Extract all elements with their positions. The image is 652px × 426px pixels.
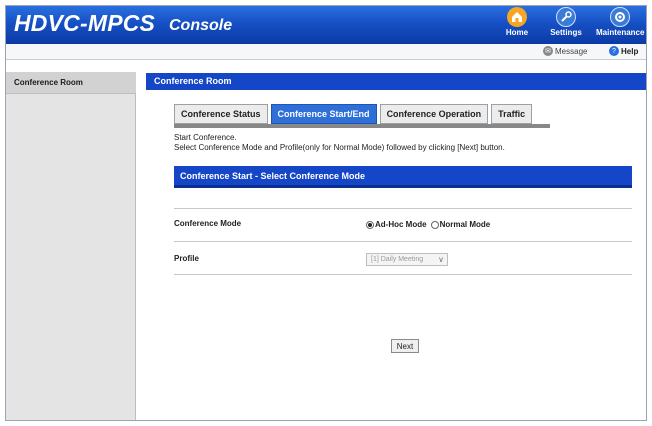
message-label: Message: [555, 46, 588, 56]
ad-hoc-mode-label: Ad-Hoc Mode: [375, 220, 427, 229]
divider: [174, 208, 632, 209]
description-line-1: Start Conference.: [174, 133, 237, 142]
tab-traffic[interactable]: Traffic: [491, 104, 533, 124]
normal-mode-label: Normal Mode: [439, 220, 491, 229]
brand-logo: HDVC-MPCS: [14, 10, 156, 36]
message-icon: ✉: [543, 46, 553, 56]
tab-conference-status[interactable]: Conference Status: [174, 104, 268, 124]
description-line-2: Select Conference Mode and Profile(only …: [174, 143, 505, 152]
help-icon: ?: [609, 46, 619, 56]
nav-home[interactable]: Home: [493, 7, 541, 37]
tab-conference-operation[interactable]: Conference Operation: [379, 104, 489, 124]
app-window: HDVC-MPCS Console Home Settings Maintena…: [5, 5, 647, 421]
top-header: HDVC-MPCS Console Home Settings Maintena…: [6, 6, 646, 44]
section-title: Conference Start - Select Conference Mod…: [174, 166, 632, 188]
nav-maintenance-label: Maintenance: [596, 28, 645, 37]
wrench-icon: [556, 7, 576, 27]
nav-maintenance[interactable]: Maintenance: [596, 7, 644, 37]
chevron-down-icon: ∨: [438, 255, 444, 264]
normal-mode-radio[interactable]: [430, 220, 439, 229]
next-button[interactable]: Next: [391, 339, 419, 353]
sidebar-item-conference-room[interactable]: Conference Room: [6, 72, 136, 94]
conference-mode-label: Conference Mode: [174, 219, 242, 228]
help-link[interactable]: ? Help: [609, 46, 638, 56]
divider: [174, 274, 632, 275]
description: Start Conference. Select Conference Mode…: [174, 133, 644, 153]
nav-settings-label: Settings: [550, 28, 582, 37]
tab-bar: Conference Status Conference Start/End C…: [174, 104, 533, 124]
home-icon: [507, 7, 527, 27]
profile-label: Profile: [174, 254, 199, 263]
divider: [174, 241, 632, 242]
ad-hoc-mode-radio[interactable]: [366, 220, 374, 229]
help-label: Help: [621, 46, 639, 56]
conference-mode-radio-group: Ad-Hoc Mode Normal Mode: [366, 220, 490, 229]
profile-select[interactable]: [1] Daily Meeting ∨: [366, 253, 448, 266]
sidebar: Conference Room: [6, 72, 136, 420]
maintenance-icon: [610, 7, 630, 27]
console-label: Console: [169, 17, 233, 34]
nav-home-label: Home: [505, 28, 529, 37]
tab-conference-start-end[interactable]: Conference Start/End: [270, 104, 377, 124]
nav-settings[interactable]: Settings: [542, 7, 590, 37]
profile-select-value: [1] Daily Meeting: [371, 256, 424, 263]
sub-header: ✉ Message ? Help: [6, 44, 646, 60]
message-link[interactable]: ✉ Message: [543, 46, 587, 56]
page-title: Conference Room: [146, 73, 646, 90]
tab-underline: [174, 124, 550, 128]
